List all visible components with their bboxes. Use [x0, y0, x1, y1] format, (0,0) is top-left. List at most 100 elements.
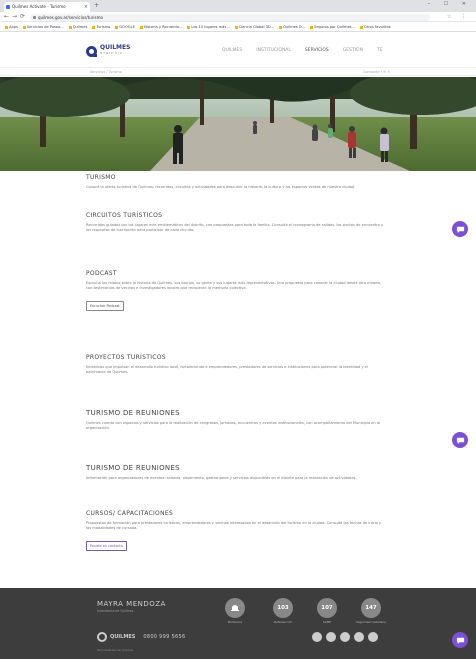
bookmark-folder-icon	[115, 25, 119, 29]
lock-icon	[33, 16, 36, 19]
breadcrumb-path[interactable]: Servicios / Turismo	[90, 68, 122, 76]
section-text: Propuestas de formación para prestadores…	[86, 521, 382, 531]
bookmark-item[interactable]: Turismo	[92, 22, 110, 31]
twitter-icon[interactable]	[326, 632, 336, 642]
youtube-icon[interactable]	[354, 632, 364, 642]
new-tab-button[interactable]: +	[94, 2, 99, 10]
section: TURISMO DE REUNIONES Información para org…	[86, 464, 386, 481]
browser-tab-bar: Quilmes Activate - Turismo × + – ☐ ✕	[0, 0, 476, 12]
section-text: Recorridos guiados por los lugares más e…	[86, 223, 384, 233]
footer-name: MAYRA MENDOZA	[97, 600, 166, 608]
extension-icons[interactable]: ☆ ⋮	[447, 14, 470, 20]
bookmark-item[interactable]: Ciencia Global 3D...	[234, 22, 274, 31]
url-field[interactable]: quilmes.gov.ar/servicios/turismo	[30, 14, 430, 21]
back-button[interactable]: ←	[4, 13, 9, 21]
bookmark-folder-icon	[310, 25, 314, 29]
section: TURISMO DE REUNIONES Quilmes cuenta con e…	[86, 409, 386, 432]
section-title: TURISMO DE REUNIONES	[86, 409, 180, 417]
section-text: Iniciativas que impulsan el desarrollo t…	[86, 365, 368, 375]
tab-favicon-icon	[6, 5, 10, 9]
bookmark-folder-icon	[187, 25, 191, 29]
tab-close-icon[interactable]: ×	[84, 2, 88, 12]
bookmark-item[interactable]: GOOGLE	[115, 22, 135, 31]
section-button[interactable]: Ponete en contacto	[86, 540, 127, 551]
bookmark-item[interactable]: Quilmes	[68, 22, 87, 31]
section-title: PROYECTOS TURÍSTICOS	[86, 354, 166, 361]
chat-button[interactable]	[452, 432, 468, 448]
quilmes-logo-icon	[86, 45, 97, 57]
bookmark-folder-icon	[5, 25, 8, 29]
bookmark-folder-icon	[360, 25, 363, 29]
logo-text: QUILMES	[100, 44, 131, 51]
footer-copyright: Municipalidad de Quilmes	[97, 648, 134, 652]
section-title: PODCAST	[86, 270, 117, 277]
emergency-badge[interactable]: Bomberos	[220, 598, 250, 624]
chat-button[interactable]	[452, 632, 468, 648]
emergency-badge[interactable]: 147 Seguridad ciudadana	[356, 598, 386, 624]
chat-icon	[456, 437, 464, 444]
bookmarks-bar: Apps Servicios de Paseo... Quilmes Turismo G…	[0, 22, 476, 32]
bookmark-folder-icon	[139, 25, 143, 29]
emergency-badge[interactable]: 103 Defensa civil	[268, 598, 298, 624]
footer-logo[interactable]: QUILMES 0800 999 5656	[97, 632, 185, 642]
bookmark-item[interactable]: Otros favoritos	[360, 22, 391, 31]
emergency-badge[interactable]: 107 SAME	[312, 598, 342, 624]
site-header: QUILMES MUNICIPIO QUILMES INSTITUCIONAL SE…	[0, 33, 476, 67]
firefighter-icon	[225, 598, 245, 618]
bookmark-folder-icon	[68, 25, 72, 29]
emergency-label: SAME	[323, 620, 331, 624]
section: TURISMO Conocé la oferta turística de Qui…	[86, 174, 386, 190]
url-text: quilmes.gov.ar/servicios/turismo	[38, 15, 103, 20]
instagram-icon[interactable]	[340, 632, 350, 642]
nav-item-institucional[interactable]: INSTITUCIONAL	[256, 48, 291, 53]
section-text: Información para organizadores de evento…	[86, 476, 357, 480]
section-text: Conocé la oferta turística de Quilmes: r…	[86, 185, 356, 189]
section: CURSOS/ CAPACITACIONES Propuestas de form…	[86, 510, 386, 551]
main-nav: QUILMES INSTITUCIONAL SERVICIOS GESTIÓN TE	[222, 48, 397, 53]
nav-item-servicios[interactable]: SERVICIOS	[305, 48, 329, 53]
footer-phone[interactable]: 0800 999 5656	[143, 634, 185, 640]
emergency-label: Seguridad ciudadana	[356, 620, 386, 624]
quilmes-logo-icon	[97, 632, 107, 642]
reload-button[interactable]: ⟳	[20, 13, 25, 21]
tab-title: Quilmes Activate - Turismo	[12, 4, 66, 9]
section-text: Quilmes cuenta con espacios y servicios …	[86, 421, 381, 431]
chat-icon	[456, 637, 464, 644]
bookmark-folder-icon	[22, 25, 26, 29]
bookmark-item[interactable]: Historia y Recuerdo...	[139, 22, 182, 31]
bookmark-item[interactable]: Quilmes D...	[279, 22, 305, 31]
share-links[interactable]: Compartir f ✉ ✕	[363, 68, 390, 76]
emergency-number: 147	[361, 598, 381, 618]
footer-logo-text: QUILMES	[110, 634, 136, 640]
emergency-label: Bomberos	[227, 620, 243, 624]
bookmark-item[interactable]: Servicios de Paseo...	[22, 22, 64, 31]
bookmark-item[interactable]: Seguros por Quilmes...	[310, 22, 355, 31]
emergency-number: 107	[317, 598, 337, 618]
nav-item-gestión[interactable]: GESTIÓN	[343, 48, 363, 53]
facebook-icon[interactable]	[312, 632, 322, 642]
section-title: TURISMO DE REUNIONES	[86, 464, 180, 472]
whatsapp-icon[interactable]	[368, 632, 378, 642]
section-text: Escuchá los relatos sobre la historia de…	[86, 281, 381, 291]
chat-button[interactable]	[452, 221, 468, 237]
bookmark-folder-icon	[279, 25, 283, 29]
nav-item-te[interactable]: TE	[377, 48, 383, 53]
section-title: CIRCUITOS TURÍSTICOS	[86, 212, 163, 219]
bookmark-folder-icon	[92, 25, 96, 29]
emergency-label: Defensa civil	[274, 620, 292, 624]
section-title: TURISMO	[86, 174, 116, 181]
address-bar-row: ← → ⟳ quilmes.gov.ar/servicios/turismo ☆…	[0, 12, 476, 22]
browser-tab[interactable]: Quilmes Activate - Turismo ×	[4, 2, 90, 12]
site-logo[interactable]: QUILMES MUNICIPIO	[86, 45, 130, 57]
chat-icon	[456, 226, 464, 233]
section-button[interactable]: Escuchar Podcast	[86, 300, 124, 311]
section: CIRCUITOS TURÍSTICOS Recorridos guiados p…	[86, 212, 386, 234]
bookmark-item[interactable]: Los 10 lugares más...	[187, 22, 230, 31]
section: PROYECTOS TURÍSTICOS Iniciativas que impu…	[86, 354, 386, 376]
bookmark-item[interactable]: Apps	[5, 22, 18, 31]
nav-item-quilmes[interactable]: QUILMES	[222, 48, 242, 53]
site-footer: MAYRA MENDOZA Intendenta de Quilmes Bomb…	[0, 588, 476, 659]
breadcrumb: Servicios / Turismo Compartir f ✉ ✕	[0, 67, 476, 76]
forward-button[interactable]: →	[12, 13, 17, 21]
window-controls[interactable]: – ☐ ✕	[428, 1, 472, 7]
